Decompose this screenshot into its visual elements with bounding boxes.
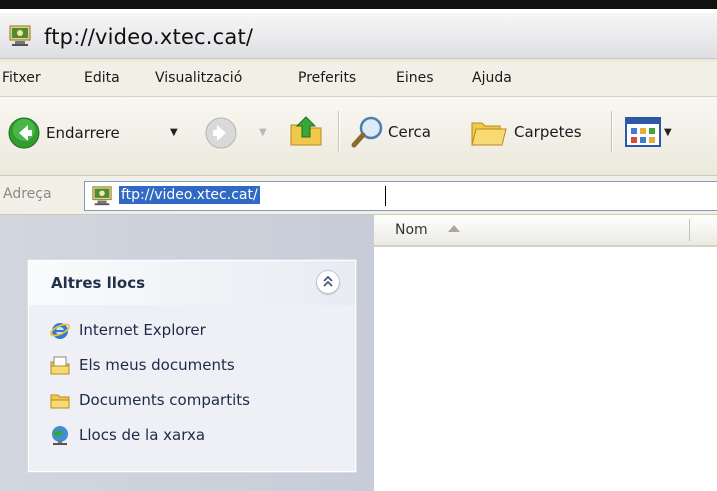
back-button[interactable]: Endarrere xyxy=(8,117,120,149)
my-documents-icon xyxy=(50,356,70,375)
menu-visualitzacio[interactable]: Visualització xyxy=(155,70,242,86)
link-shared-documents[interactable]: Documents compartits xyxy=(49,389,250,411)
text-caret xyxy=(385,186,386,206)
folders-button[interactable]: Carpetes xyxy=(470,115,582,149)
task-pane: Altres llocs Internet Explorer Els meus … xyxy=(0,215,374,491)
explorer-window: ftp://video.xtec.cat/ Fitxer Edita Visua… xyxy=(0,0,717,491)
toolbar: Endarrere ▼ ▼ Cerca Carpetes ▼ xyxy=(0,97,717,176)
back-arrow-icon xyxy=(8,117,40,149)
address-value: ftp://video.xtec.cat/ xyxy=(119,186,260,204)
forward-button[interactable] xyxy=(205,117,237,149)
address-bar: Adreça ftp://video.xtec.cat/ xyxy=(0,176,717,215)
forward-history-dropdown[interactable]: ▼ xyxy=(259,127,267,138)
back-history-dropdown[interactable]: ▼ xyxy=(170,127,178,138)
column-divider[interactable] xyxy=(689,219,690,241)
column-header-name[interactable]: Nom xyxy=(395,222,428,238)
folder-up-icon xyxy=(290,116,322,146)
link-network-places[interactable]: Llocs de la xarxa xyxy=(49,424,205,446)
link-label: Llocs de la xarxa xyxy=(79,426,206,444)
address-input[interactable]: ftp://video.xtec.cat/ xyxy=(84,181,717,211)
folders-icon xyxy=(471,122,507,146)
menu-preferits[interactable]: Preferits xyxy=(298,70,356,86)
chevron-down-icon: ▼ xyxy=(170,127,178,138)
search-magnifier-icon xyxy=(351,116,383,148)
back-button-label: Endarrere xyxy=(46,124,120,142)
up-folder-button[interactable] xyxy=(288,113,324,149)
sort-ascending-icon xyxy=(448,225,460,232)
menu-eines[interactable]: Eines xyxy=(396,70,434,86)
toolbar-separator xyxy=(611,111,612,153)
link-internet-explorer[interactable]: Internet Explorer xyxy=(49,319,206,341)
network-places-icon xyxy=(52,426,68,445)
menu-ajuda[interactable]: Ajuda xyxy=(472,70,512,86)
internet-explorer-icon xyxy=(49,323,71,339)
other-places-header[interactable]: Altres llocs xyxy=(29,261,355,305)
menu-bar: Fitxer Edita Visualització Preferits Ein… xyxy=(0,62,717,97)
column-header-bar: Nom xyxy=(374,215,717,247)
title-bar[interactable]: ftp://video.xtec.cat/ xyxy=(0,13,717,59)
forward-arrow-icon xyxy=(205,117,237,149)
window-title: ftp://video.xtec.cat/ xyxy=(44,25,254,49)
address-label: Adreça xyxy=(3,186,52,202)
link-my-documents[interactable]: Els meus documents xyxy=(49,354,235,376)
chevron-down-icon: ▼ xyxy=(259,127,267,138)
other-places-panel: Altres llocs Internet Explorer Els meus … xyxy=(28,260,356,472)
panel-title: Altres llocs xyxy=(51,274,146,292)
ftp-folder-icon xyxy=(9,25,31,46)
menu-edita[interactable]: Edita xyxy=(84,70,120,86)
ftp-folder-icon xyxy=(92,186,112,206)
link-label: Documents compartits xyxy=(79,391,250,409)
chevron-down-icon: ▼ xyxy=(664,126,672,138)
search-button[interactable]: Cerca xyxy=(350,115,431,149)
search-button-label: Cerca xyxy=(388,123,431,141)
menu-fitxer[interactable]: Fitxer xyxy=(2,70,41,86)
views-button[interactable]: ▼ xyxy=(625,117,672,147)
window-top-edge xyxy=(0,0,717,13)
collapse-button[interactable] xyxy=(316,270,340,294)
link-label: Internet Explorer xyxy=(79,321,206,339)
shared-documents-icon xyxy=(50,394,70,409)
views-icon xyxy=(625,117,661,147)
link-label: Els meus documents xyxy=(79,356,235,374)
toolbar-separator xyxy=(338,111,339,153)
double-chevron-up-icon xyxy=(323,275,333,287)
file-list[interactable]: Nom xyxy=(374,215,717,491)
folders-button-label: Carpetes xyxy=(514,123,582,141)
